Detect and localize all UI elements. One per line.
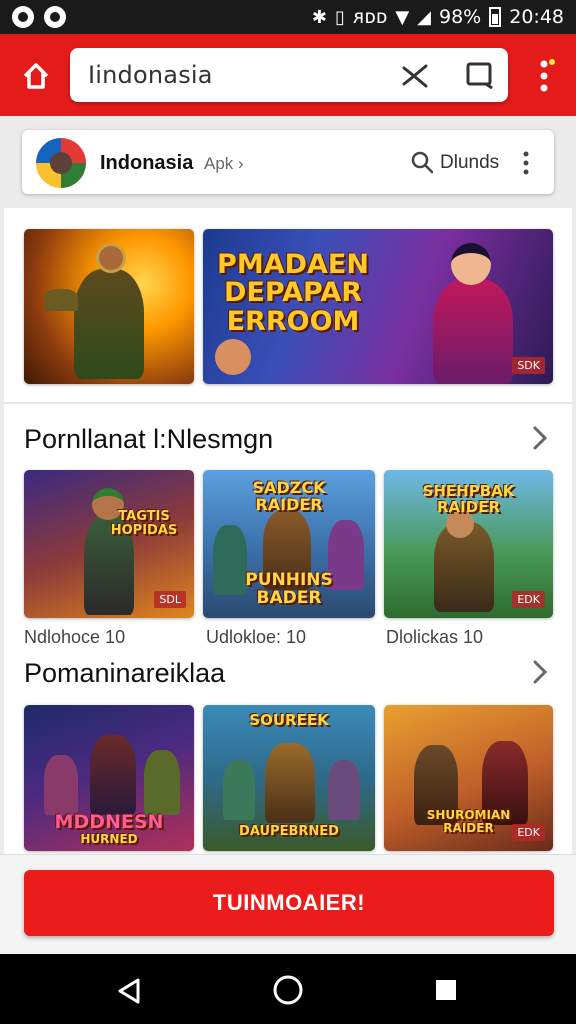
search-label[interactable]: Dlunds bbox=[440, 152, 499, 174]
companion-head bbox=[215, 339, 251, 375]
chevron-right-icon[interactable] bbox=[530, 658, 550, 686]
game-title: TAGTIS HOPIDAS bbox=[110, 509, 178, 538]
game-title: SOUREEK bbox=[249, 711, 329, 729]
game-subtitle: DAUPEBRNED bbox=[239, 824, 339, 839]
banner-tile[interactable]: PMADAEN DEPAPAR ERROOM SDK bbox=[203, 229, 553, 384]
status-bar: ✱ ▯ ᴙᴅᴅ ▼ ◢ 98% 20:48 bbox=[0, 0, 576, 34]
home-icon bbox=[23, 63, 49, 89]
game-tile[interactable]: SOUREEK DAUPEBRNED bbox=[203, 705, 375, 851]
signal-text: ᴙᴅᴅ bbox=[352, 6, 388, 28]
game-subtitle: HURNED bbox=[80, 832, 138, 846]
search-bar[interactable]: Iindonasia bbox=[70, 48, 508, 102]
nfc-icon: ✱ bbox=[311, 6, 327, 28]
heroine-figure bbox=[433, 279, 513, 384]
game-tile[interactable]: SADZCK RAIDER PUNHINS BADER bbox=[203, 470, 375, 618]
game-badge: EDK bbox=[512, 591, 545, 608]
section-title: Pornllanat l:Nlesmgn bbox=[24, 424, 274, 454]
warrior-figure bbox=[223, 760, 255, 820]
warrior-head bbox=[96, 243, 126, 273]
more-vertical-icon[interactable] bbox=[522, 150, 530, 176]
edit-icon[interactable] bbox=[400, 62, 430, 90]
app-header: Iindonasia bbox=[0, 34, 576, 116]
banner-title: PMADAEN DEPAPAR ERROOM bbox=[217, 249, 369, 337]
warrior-figure bbox=[44, 755, 78, 815]
more-vertical-icon[interactable] bbox=[536, 56, 556, 96]
app-logo bbox=[36, 138, 86, 188]
section-title: Pomaninareiklaa bbox=[24, 658, 226, 688]
home-button[interactable] bbox=[16, 56, 56, 96]
game-tile[interactable]: MDDNESN HURNED bbox=[24, 705, 194, 851]
warrior-figure bbox=[90, 735, 136, 815]
game-badge: EDK bbox=[512, 824, 545, 841]
warrior-figure bbox=[74, 269, 144, 379]
chevron-right-icon[interactable] bbox=[530, 424, 550, 452]
wifi-icon: ▼ bbox=[395, 6, 410, 28]
game-title: SADZCK RAIDER bbox=[252, 478, 326, 514]
warrior-figure bbox=[144, 750, 180, 815]
game-title: SHEHPBAK RAIDER bbox=[422, 482, 515, 516]
search-icon[interactable] bbox=[410, 150, 434, 174]
banner-badge: SDK bbox=[512, 357, 545, 374]
game-tile[interactable]: TAGTIS HOPIDAS SDL bbox=[24, 470, 194, 618]
game-title: MDDNESN bbox=[54, 811, 164, 833]
warrior-arm bbox=[44, 289, 78, 311]
warrior-figure bbox=[265, 743, 315, 823]
tab-icon[interactable] bbox=[464, 60, 496, 90]
search-input[interactable]: Iindonasia bbox=[88, 61, 213, 89]
back-icon[interactable] bbox=[114, 976, 144, 1006]
battery-icon bbox=[489, 7, 502, 27]
game-badge: SDL bbox=[154, 591, 186, 608]
banner-tile[interactable] bbox=[24, 229, 194, 384]
vibrate-icon: ▯ bbox=[334, 6, 345, 28]
game-caption: Dlolickas 10 bbox=[386, 627, 484, 647]
warrior-figure bbox=[328, 760, 360, 820]
battery-percent: 98% bbox=[439, 6, 482, 28]
heroine-head bbox=[451, 243, 491, 285]
game-subtitle: PUNHINS BADER bbox=[245, 570, 333, 608]
game-caption: Udlokloe: 10 bbox=[206, 627, 307, 647]
app-name: Indonasia bbox=[100, 152, 194, 174]
game-tile[interactable]: SHEHPBAK RAIDER EDK bbox=[384, 470, 553, 618]
app-card[interactable]: Indonasia Apk › Dlunds bbox=[22, 130, 554, 194]
system-nav-bar bbox=[0, 954, 576, 1024]
divider bbox=[4, 402, 572, 404]
game-caption: Ndlohoce 10 bbox=[24, 627, 126, 647]
primary-cta-button[interactable]: TUINMOAIER! bbox=[24, 870, 554, 936]
cell-signal-icon: ◢ bbox=[417, 6, 431, 28]
home-circle-icon[interactable] bbox=[272, 974, 304, 1006]
notification-icon bbox=[44, 6, 66, 28]
game-tile[interactable]: SHUROMIAN RAIDER EDK bbox=[384, 705, 553, 851]
recent-apps-icon[interactable] bbox=[434, 978, 458, 1002]
notification-icon bbox=[12, 6, 34, 28]
clock: 20:48 bbox=[509, 6, 564, 28]
app-sub-link[interactable]: Apk › bbox=[204, 154, 244, 174]
